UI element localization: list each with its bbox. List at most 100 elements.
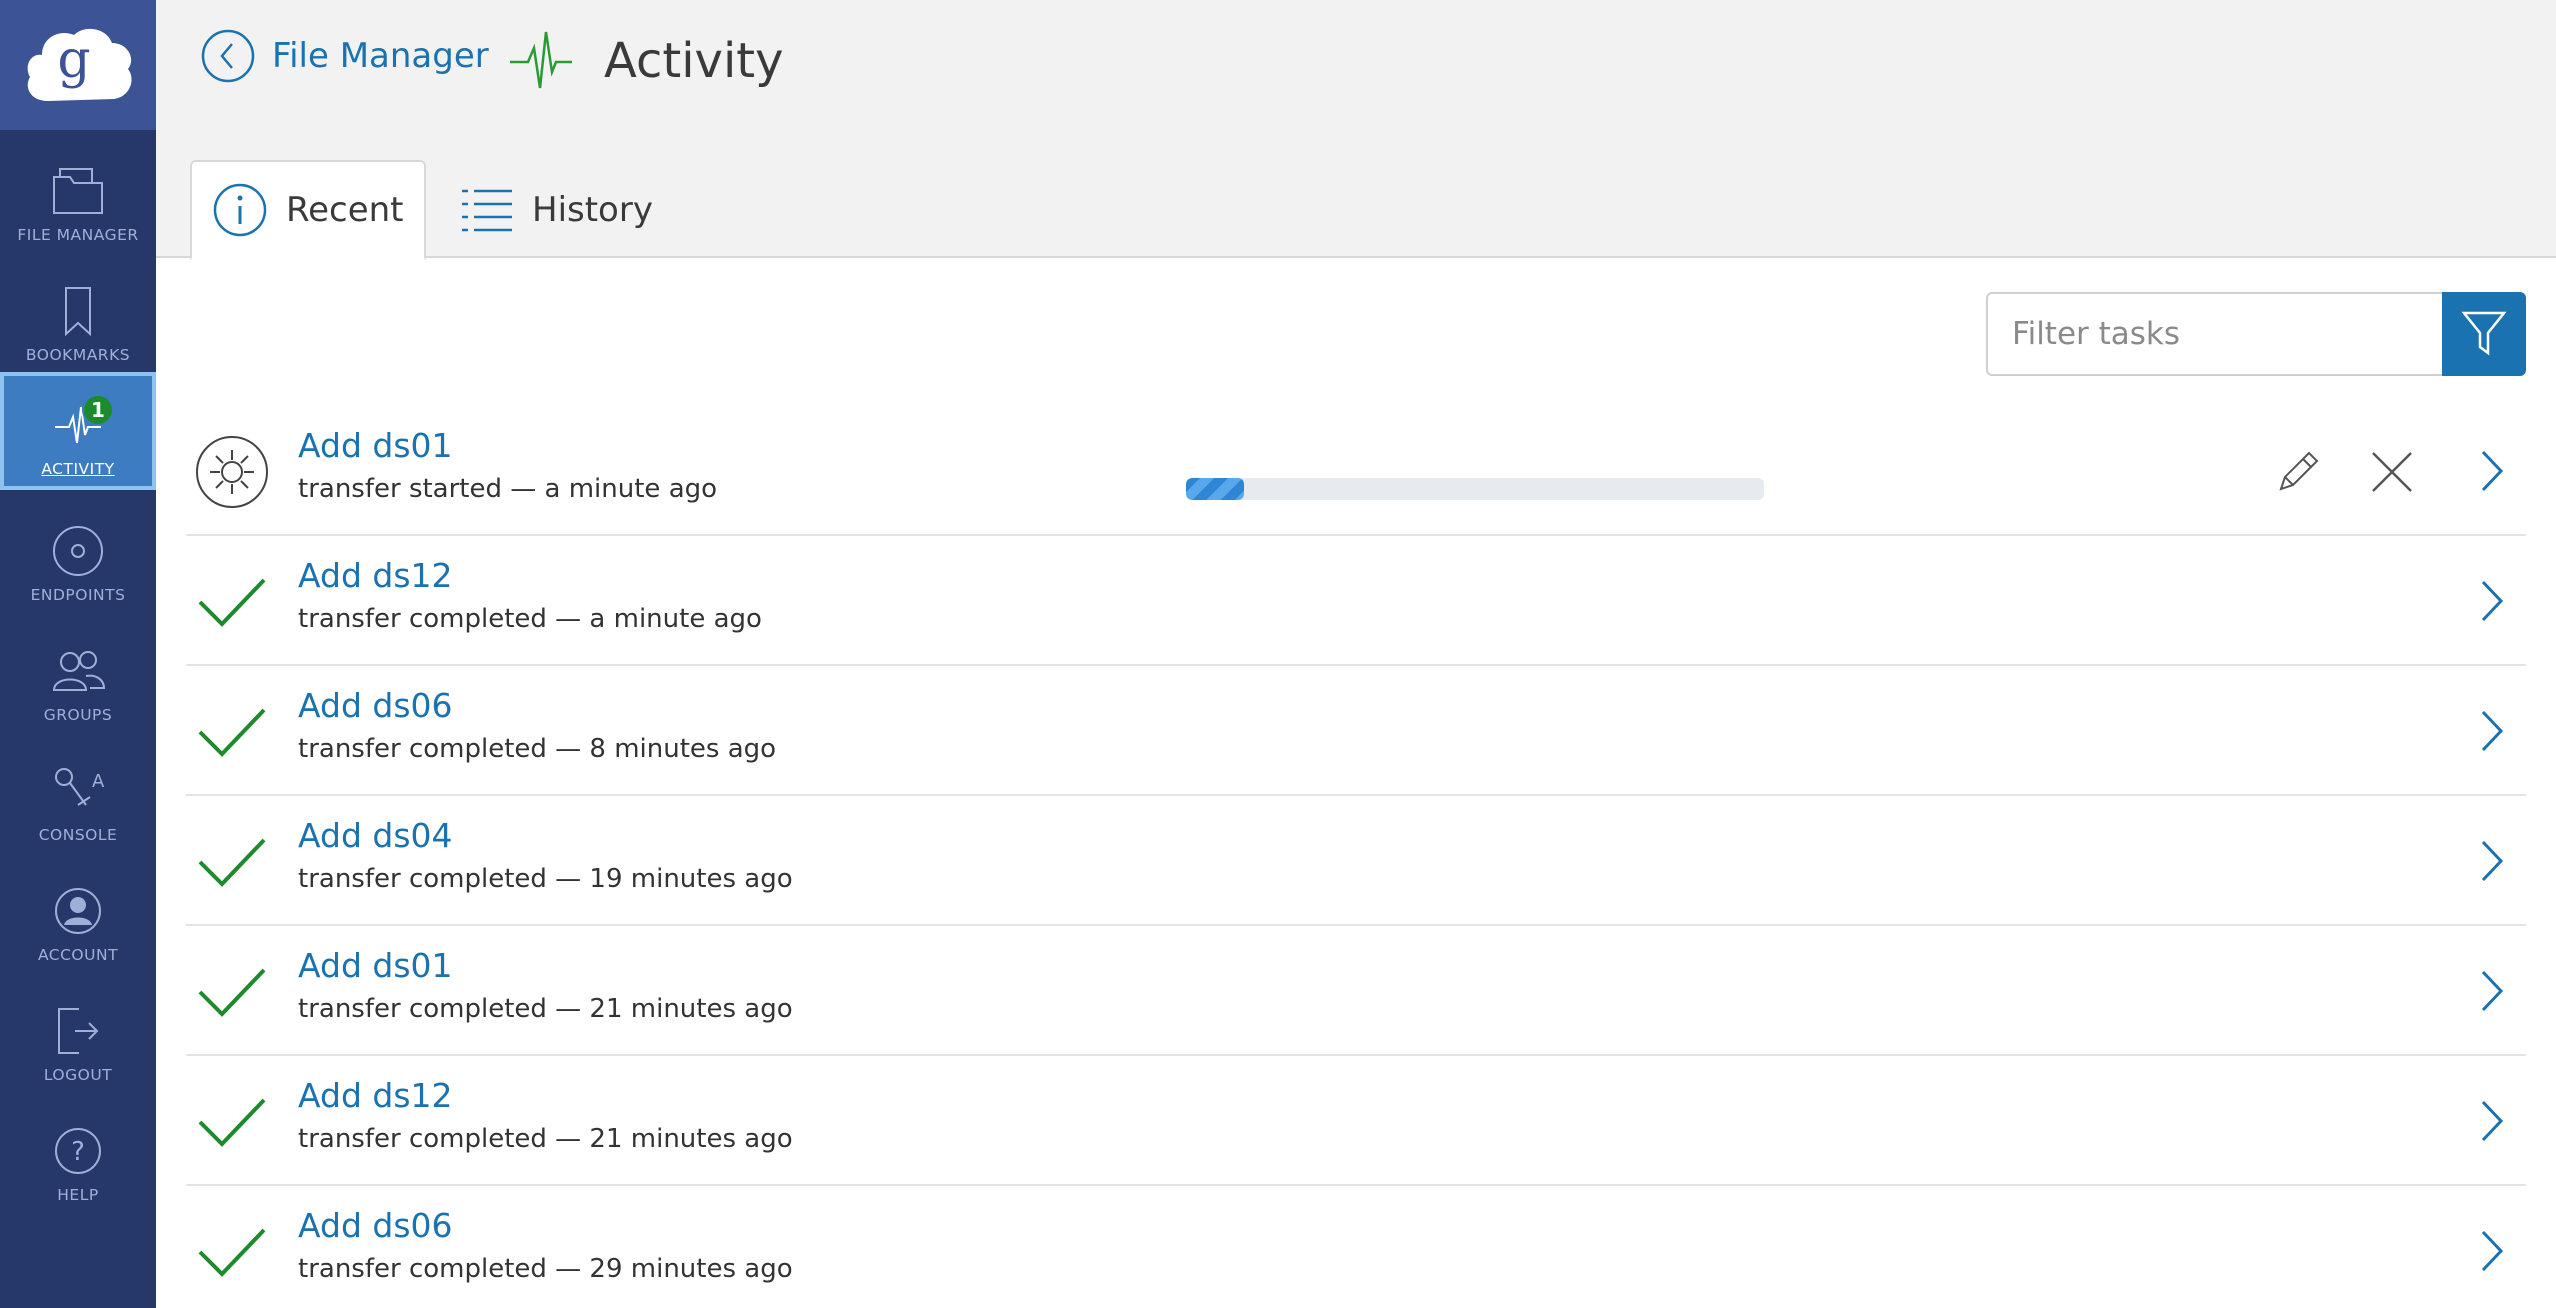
task-title[interactable]: Add ds06 bbox=[298, 686, 453, 725]
task-details-button[interactable] bbox=[2472, 1096, 2512, 1146]
chevron-right-icon bbox=[2481, 1100, 2504, 1142]
help-icon: ? bbox=[48, 1120, 108, 1182]
task-row[interactable]: Add ds01 transfer started — a minute ago bbox=[186, 406, 2526, 536]
cancel-task-button[interactable] bbox=[2364, 444, 2420, 500]
chevron-right-icon bbox=[2481, 580, 2504, 622]
task-row[interactable]: Add ds06 transfer completed — 29 minutes… bbox=[186, 1186, 2526, 1308]
page-title: Activity bbox=[508, 28, 784, 94]
svg-text:g: g bbox=[57, 30, 90, 90]
task-row[interactable]: Add ds04 transfer completed — 19 minutes… bbox=[186, 796, 2526, 926]
transfer-progress-fill bbox=[1186, 478, 1244, 500]
page-title-text: Activity bbox=[604, 33, 784, 89]
task-title[interactable]: Add ds12 bbox=[298, 556, 453, 595]
task-details-button[interactable] bbox=[2472, 836, 2512, 886]
filter-tasks bbox=[1986, 292, 2526, 376]
folder-icon bbox=[48, 160, 108, 222]
checkmark-icon bbox=[194, 694, 270, 770]
logout-icon bbox=[48, 1000, 108, 1062]
task-details-button[interactable] bbox=[2472, 706, 2512, 756]
task-details-button[interactable] bbox=[2472, 966, 2512, 1016]
task-title[interactable]: Add ds12 bbox=[298, 1076, 453, 1115]
task-row[interactable]: Add ds01 transfer completed — 21 minutes… bbox=[186, 926, 2526, 1056]
console-icon: A bbox=[48, 760, 108, 822]
tab-label: History bbox=[532, 190, 653, 230]
sidebar-item-activity[interactable]: 1 ACTIVITY bbox=[0, 372, 156, 490]
account-icon bbox=[48, 880, 108, 942]
checkmark-icon bbox=[194, 564, 270, 640]
sidebar-item-label: ACTIVITY bbox=[41, 460, 115, 478]
sidebar-item-label: LOGOUT bbox=[43, 1066, 113, 1084]
checkmark-icon bbox=[194, 824, 270, 900]
tab-recent[interactable]: Recent bbox=[190, 160, 426, 260]
task-status: transfer completed — 19 minutes ago bbox=[298, 864, 793, 894]
page-header: File Manager Activity Recent History bbox=[156, 0, 2556, 260]
filter-button[interactable] bbox=[2442, 292, 2526, 376]
in-progress-gear-icon bbox=[194, 434, 270, 510]
cloud-logo-icon: g bbox=[27, 28, 132, 101]
tab-history[interactable]: History bbox=[456, 160, 653, 260]
chevron-right-icon bbox=[2481, 840, 2504, 882]
sidebar-item-file-manager[interactable]: FILE MANAGER bbox=[0, 138, 156, 256]
checkmark-icon bbox=[194, 1214, 270, 1290]
globus-logo[interactable]: g bbox=[0, 0, 156, 130]
task-status: transfer completed — a minute ago bbox=[298, 604, 762, 634]
sidebar-item-logout[interactable]: LOGOUT bbox=[0, 978, 156, 1096]
task-details-button[interactable] bbox=[2472, 576, 2512, 626]
activity-icon: 1 bbox=[48, 394, 114, 456]
filter-tasks-input[interactable] bbox=[1986, 292, 2442, 376]
checkmark-icon bbox=[194, 954, 270, 1030]
task-row[interactable]: Add ds06 transfer completed — 8 minutes … bbox=[186, 666, 2526, 796]
task-row[interactable]: Add ds12 transfer completed — a minute a… bbox=[186, 536, 2526, 666]
funnel-icon bbox=[2461, 311, 2507, 356]
endpoint-icon bbox=[48, 520, 108, 582]
task-details-button[interactable] bbox=[2472, 446, 2512, 496]
task-status: transfer completed — 29 minutes ago bbox=[298, 1254, 793, 1284]
list-icon bbox=[462, 189, 512, 232]
transfer-progress-bar bbox=[1186, 478, 1764, 500]
chevron-right-icon bbox=[2481, 1230, 2504, 1272]
task-title[interactable]: Add ds04 bbox=[298, 816, 453, 855]
checkmark-icon bbox=[194, 1084, 270, 1160]
sidebar-item-label: ACCOUNT bbox=[37, 946, 119, 964]
svg-text:?: ? bbox=[71, 1137, 85, 1167]
edit-task-button[interactable] bbox=[2270, 444, 2326, 500]
sidebar-item-label: GROUPS bbox=[43, 706, 113, 724]
groups-icon bbox=[48, 640, 108, 702]
task-status: transfer started — a minute ago bbox=[298, 474, 718, 504]
back-chevron-icon bbox=[201, 29, 255, 83]
task-list: Add ds01 transfer started — a minute ago… bbox=[186, 406, 2526, 1308]
task-status: transfer completed — 21 minutes ago bbox=[298, 994, 793, 1024]
sidebar-item-console[interactable]: A CONSOLE bbox=[0, 738, 156, 856]
task-title[interactable]: Add ds06 bbox=[298, 1206, 453, 1245]
tab-label: Recent bbox=[286, 190, 404, 230]
sidebar-item-bookmarks[interactable]: BOOKMARKS bbox=[0, 258, 156, 376]
activity-pulse-icon bbox=[510, 31, 572, 89]
sidebar-item-help[interactable]: ? HELP bbox=[0, 1098, 156, 1216]
task-title[interactable]: Add ds01 bbox=[298, 946, 453, 985]
task-status: transfer completed — 8 minutes ago bbox=[298, 734, 777, 764]
sidebar-item-account[interactable]: ACCOUNT bbox=[0, 858, 156, 976]
sidebar-item-label: FILE MANAGER bbox=[17, 226, 139, 244]
sidebar-item-groups[interactable]: GROUPS bbox=[0, 618, 156, 736]
close-icon bbox=[2372, 452, 2412, 492]
sidebar-item-label: CONSOLE bbox=[38, 826, 118, 844]
task-title[interactable]: Add ds01 bbox=[298, 426, 453, 465]
sidebar-item-label: BOOKMARKS bbox=[25, 346, 131, 364]
task-row[interactable]: Add ds12 transfer completed — 21 minutes… bbox=[186, 1056, 2526, 1186]
back-link-label: File Manager bbox=[272, 36, 489, 76]
back-to-file-manager-link[interactable]: File Manager bbox=[200, 28, 489, 84]
chevron-right-icon bbox=[2481, 450, 2504, 492]
info-icon bbox=[213, 183, 267, 237]
task-status: transfer completed — 21 minutes ago bbox=[298, 1124, 793, 1154]
sidebar-item-label: HELP bbox=[57, 1186, 99, 1204]
sidebar-item-endpoints[interactable]: ENDPOINTS bbox=[0, 498, 156, 616]
sidebar: g FILE MANAGER BOOKMARKS 1 ACTIVITY ENDP… bbox=[0, 0, 156, 1308]
sidebar-item-label: ENDPOINTS bbox=[30, 586, 126, 604]
pencil-icon bbox=[2279, 451, 2319, 491]
bookmark-icon bbox=[48, 280, 108, 342]
task-details-button[interactable] bbox=[2472, 1226, 2512, 1276]
chevron-right-icon bbox=[2481, 710, 2504, 752]
chevron-right-icon bbox=[2481, 970, 2504, 1012]
activity-count-badge: 1 bbox=[82, 394, 114, 426]
svg-text:A: A bbox=[92, 771, 104, 792]
